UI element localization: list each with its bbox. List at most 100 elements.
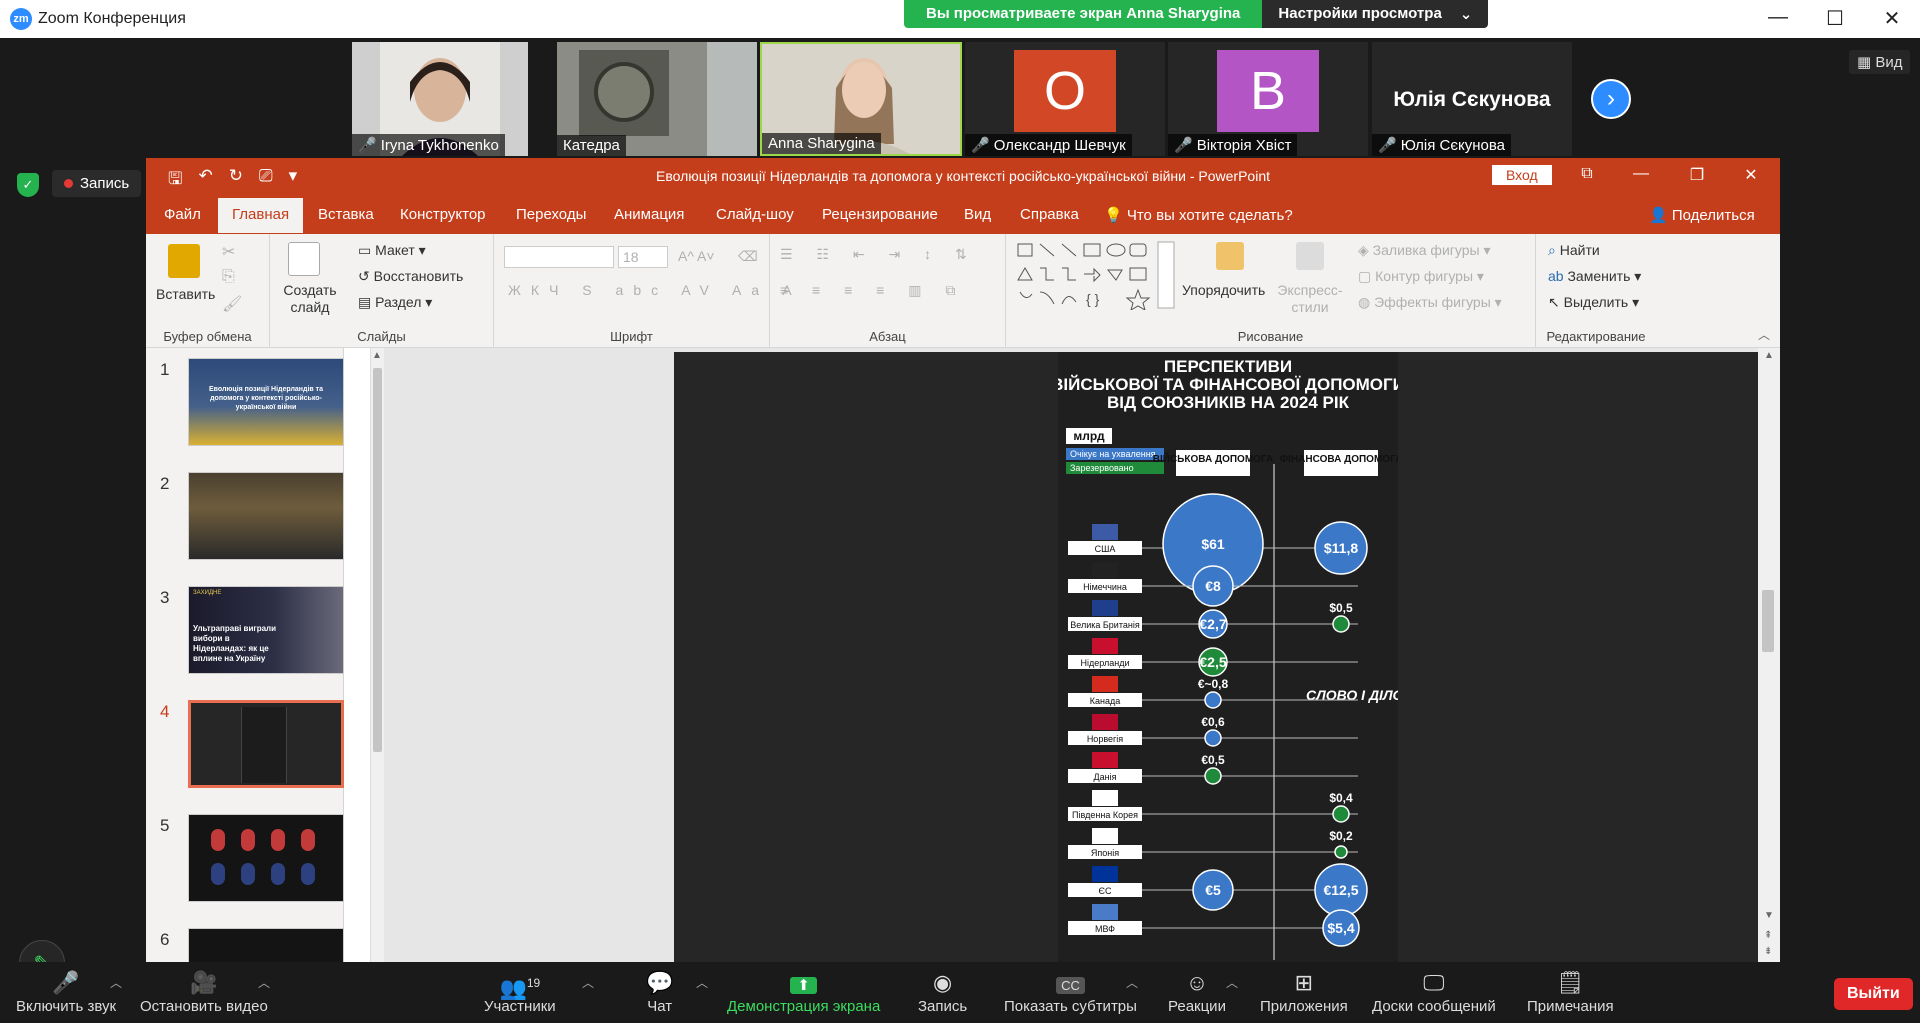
scroll-up-icon[interactable]: ▲ — [372, 350, 382, 361]
tab-review[interactable]: Рецензирование — [822, 206, 938, 223]
video-options-caret[interactable]: ︿ — [258, 974, 270, 991]
slide-canvas[interactable]: ПЕРСПЕКТИВИ ВІЙСЬКОВОЇ ТА ФІНАНСОВОЇ ДОП… — [674, 352, 1774, 962]
font-name-input[interactable] — [504, 246, 614, 268]
share-button[interactable]: 👤 Поделиться — [1649, 206, 1755, 224]
ppt-restore-button[interactable]: ❐ — [1682, 165, 1712, 185]
thumbnail-scrollbar[interactable]: ▲ — [370, 348, 384, 962]
paste-label[interactable]: Вставить — [156, 286, 215, 302]
chat-button[interactable]: 💬 Чат — [646, 968, 673, 1015]
tab-insert[interactable]: Вставка — [318, 206, 374, 223]
participants-button[interactable]: 👥19 Участники — [484, 968, 556, 1015]
quick-styles-label[interactable]: Экспресс-стили — [1272, 282, 1348, 316]
thumbnail-graphic — [211, 829, 315, 885]
participant-tile[interactable]: B 🎤 Вікторія Хвіст — [1168, 42, 1368, 156]
grow-font-icon[interactable]: A^ A˅ — [678, 248, 715, 264]
group-label: Слайды — [357, 329, 406, 344]
chat-options-caret[interactable]: ︿ — [696, 974, 708, 991]
view-button[interactable]: ▦ Вид — [1849, 50, 1911, 74]
login-button[interactable]: Вход — [1492, 165, 1552, 185]
tab-design[interactable]: Конструктор — [400, 206, 486, 223]
copy-icon[interactable]: ⎘ — [222, 268, 235, 286]
slide-thumbnail-1[interactable]: Еволюція позиції Нідерландів та допомога… — [188, 358, 344, 446]
close-button[interactable]: ✕ — [1877, 6, 1907, 31]
next-page-button[interactable]: › — [1591, 79, 1631, 119]
find-button[interactable]: ⌕ Найти — [1548, 242, 1600, 259]
tell-me-search[interactable]: 💡 Что вы хотите сделать? — [1104, 206, 1293, 224]
tab-file[interactable]: Файл — [164, 206, 201, 223]
ribbon-display-icon[interactable]: ⧉ — [1572, 165, 1602, 183]
record-button[interactable]: ◉ Запись — [918, 968, 967, 1015]
replace-button[interactable]: ab Заменить ▾ — [1548, 268, 1641, 285]
view-settings-button[interactable]: Настройки просмотра ⌄ — [1262, 0, 1489, 28]
slide-thumbnail-5[interactable] — [188, 814, 344, 902]
arrange-label[interactable]: Упорядочить — [1182, 282, 1265, 298]
new-slide-button[interactable] — [288, 242, 320, 276]
participant-tile[interactable]: Юлія Сєкунова 🎤 Юлія Сєкунова — [1372, 42, 1572, 156]
scroll-down-icon[interactable]: ▼ — [1764, 910, 1774, 921]
font-size-input[interactable]: 18 — [618, 246, 668, 268]
reactions-options-caret[interactable]: ︿ — [1226, 974, 1238, 991]
leave-meeting-button[interactable]: Выйти — [1834, 978, 1913, 1010]
participant-tile[interactable]: Катедра — [557, 42, 757, 156]
participant-tile[interactable]: O 🎤 Олександр Шевчук — [965, 42, 1165, 156]
shape-fill-button[interactable]: ◈ Заливка фигуры ▾ — [1358, 242, 1491, 259]
layout-button[interactable]: ▭ Макет ▾ — [358, 242, 426, 259]
reset-button[interactable]: ↺ Восстановить — [358, 268, 463, 285]
prev-slide-icon[interactable]: ⇞ — [1764, 930, 1772, 941]
tab-view[interactable]: Вид — [964, 206, 991, 223]
next-slide-icon[interactable]: ⇟ — [1764, 946, 1772, 957]
slide-thumbnail-2[interactable] — [188, 472, 344, 560]
captions-options-caret[interactable]: ︿ — [1126, 974, 1138, 991]
reactions-button[interactable]: ☺ Реакции — [1168, 968, 1226, 1015]
ppt-minimize-button[interactable]: — — [1626, 165, 1656, 183]
security-shield-icon[interactable]: ✓ — [17, 173, 39, 197]
section-button[interactable]: ▤ Раздел ▾ — [358, 294, 432, 311]
scroll-up-icon[interactable]: ▲ — [1764, 350, 1774, 361]
select-button[interactable]: ↖ Выделить ▾ — [1548, 294, 1639, 311]
shapes-gallery[interactable]: { } — [1016, 240, 1176, 310]
whiteboards-button[interactable]: 🖵 Доски сообщений — [1372, 968, 1496, 1015]
tab-home[interactable]: Главная — [218, 198, 304, 233]
tab-help[interactable]: Справка — [1020, 206, 1079, 223]
participant-tile[interactable]: 🎤 Iryna Tykhonenko — [352, 42, 528, 156]
new-slide-label[interactable]: Создать слайд — [280, 282, 340, 316]
ppt-close-button[interactable]: ✕ — [1736, 165, 1766, 185]
avatar: O — [1014, 50, 1116, 132]
format-buttons[interactable]: ЖКЧ S abc AV Aa A — [508, 282, 802, 298]
unmute-button[interactable]: 🎤 Включить звук — [16, 968, 116, 1015]
collapse-ribbon-icon[interactable]: ︿ — [1758, 326, 1770, 343]
audio-options-caret[interactable]: ︿ — [110, 974, 122, 991]
cut-icon[interactable]: ✂ — [222, 242, 235, 262]
captions-button[interactable]: CC Показать субтитры — [1004, 968, 1137, 1015]
shape-outline-button[interactable]: ▢ Контур фигуры ▾ — [1358, 268, 1484, 285]
slide-thumbnail-6[interactable] — [188, 928, 344, 962]
lightbulb-icon: 💡 — [1104, 207, 1127, 224]
list-buttons[interactable]: ☰ ☷ ⇤ ⇥ ↕ ⇅ — [780, 246, 977, 263]
slide-scrollbar[interactable]: ▲ ▼ ⇞ ⇟ — [1758, 348, 1780, 962]
participants-options-caret[interactable]: ︿ — [582, 974, 594, 991]
slide-thumbnail-4-selected[interactable] — [188, 700, 344, 788]
tab-animations[interactable]: Анимация — [614, 206, 684, 223]
slide-thumbnail-3[interactable]: ЗАХИДНЕ Ультраправі виграли вибори в Нід… — [188, 586, 344, 674]
align-buttons[interactable]: ≡ ≡ ≡ ≡ ▥ ⧉ — [780, 282, 965, 299]
minimize-button[interactable]: — — [1763, 6, 1793, 29]
apps-button[interactable]: ⊞ Приложения — [1260, 968, 1348, 1015]
scroll-thumb[interactable] — [373, 368, 382, 752]
share-screen-button[interactable]: ⬆ Демонстрация экрана — [727, 968, 880, 1015]
recording-indicator[interactable]: Запись — [52, 170, 142, 197]
quick-styles-button[interactable] — [1278, 242, 1324, 270]
format-painter-icon[interactable]: 🖌 — [222, 294, 242, 314]
clear-format-icon[interactable]: ⌫ — [738, 248, 758, 265]
paste-button[interactable] — [168, 244, 200, 282]
tab-slideshow[interactable]: Слайд-шоу — [716, 206, 794, 223]
scroll-thumb[interactable] — [1762, 590, 1774, 652]
stop-video-button[interactable]: 🎥 Остановить видео — [140, 968, 268, 1015]
notes-button[interactable]: 🗒 Примечания — [1527, 968, 1614, 1015]
arrange-button[interactable] — [1194, 242, 1244, 270]
country-label: Японія — [1091, 848, 1119, 858]
tab-transitions[interactable]: Переходы — [516, 206, 586, 223]
maximize-button[interactable]: ☐ — [1820, 6, 1850, 31]
participant-tile-active-speaker[interactable]: Anna Sharygina — [760, 42, 962, 156]
participant-name: 🎤 Юлія Сєкунова — [1372, 134, 1512, 156]
shape-effects-button[interactable]: ◍ Эффекты фигуры ▾ — [1358, 294, 1502, 311]
